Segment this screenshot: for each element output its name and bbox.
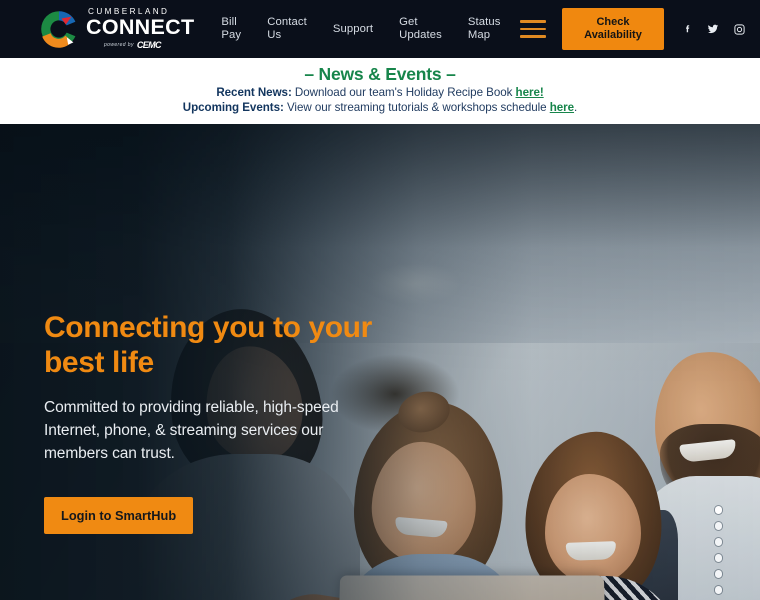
logo-swoosh-icon <box>38 8 80 50</box>
main-nav: Bill Pay Contact Us Support Get Updates … <box>208 16 516 42</box>
hero-subtext: Committed to providing reliable, high-sp… <box>44 399 339 462</box>
logo-powered-by: powered by CEMC <box>86 39 194 50</box>
recent-news-link[interactable]: here! <box>516 86 544 99</box>
news-events-title: – News & Events – <box>304 64 456 84</box>
nav-item-status-map[interactable]: Status Map <box>455 16 514 42</box>
hamburger-line <box>520 20 546 23</box>
slider-dot[interactable] <box>714 538 722 546</box>
slider-dot[interactable] <box>714 586 722 594</box>
upcoming-events-text: View our streaming tutorials & workshops… <box>283 101 550 114</box>
facebook-icon[interactable] <box>680 22 694 36</box>
site-header: CUMBERLAND CONNECT powered by CEMC Bill … <box>0 0 760 58</box>
instagram-icon[interactable] <box>732 22 746 36</box>
logo-main-text: CONNECT <box>86 15 195 40</box>
nav-item-support[interactable]: Support <box>320 23 386 36</box>
hamburger-line <box>520 27 546 31</box>
hero-section: Connecting you to your best life Committ… <box>0 124 760 600</box>
slider-dot[interactable] <box>714 570 722 578</box>
slider-dots <box>714 506 722 600</box>
hero-headline: Connecting you to your best life <box>44 311 372 379</box>
hamburger-menu-icon[interactable] <box>520 20 546 38</box>
news-and-events-bar: – News & Events – Recent News: Download … <box>0 58 760 124</box>
recent-news-line: Recent News: Download our team's Holiday… <box>0 85 760 100</box>
slider-dot[interactable] <box>714 522 722 530</box>
slider-dot[interactable] <box>714 554 722 562</box>
nav-item-contact-us[interactable]: Contact Us <box>254 16 320 42</box>
logo-cemc-brand: CEMC <box>136 39 162 50</box>
site-logo[interactable]: CUMBERLAND CONNECT powered by CEMC <box>38 7 195 50</box>
recent-news-text: Download our team's Holiday Recipe Book <box>291 86 516 99</box>
nav-item-bill-pay[interactable]: Bill Pay <box>208 16 254 42</box>
slider-dot[interactable] <box>714 506 722 514</box>
upcoming-events-suffix: . <box>574 101 578 114</box>
recent-news-label: Recent News: <box>216 86 292 99</box>
upcoming-events-link[interactable]: here <box>550 101 574 114</box>
nav-item-get-updates[interactable]: Get Updates <box>386 16 455 42</box>
upcoming-events-label: Upcoming Events: <box>182 101 284 114</box>
upcoming-events-line: Upcoming Events: View our streaming tuto… <box>0 100 760 115</box>
twitter-icon[interactable] <box>706 22 720 36</box>
logo-powered-prefix: powered by <box>104 41 134 48</box>
hero-content: Connecting you to your best life Committ… <box>44 310 374 534</box>
check-availability-button[interactable]: Check Availability <box>562 8 664 50</box>
login-to-smarthub-button[interactable]: Login to SmartHub <box>44 497 194 534</box>
hamburger-line <box>520 35 546 38</box>
social-links <box>680 22 746 36</box>
